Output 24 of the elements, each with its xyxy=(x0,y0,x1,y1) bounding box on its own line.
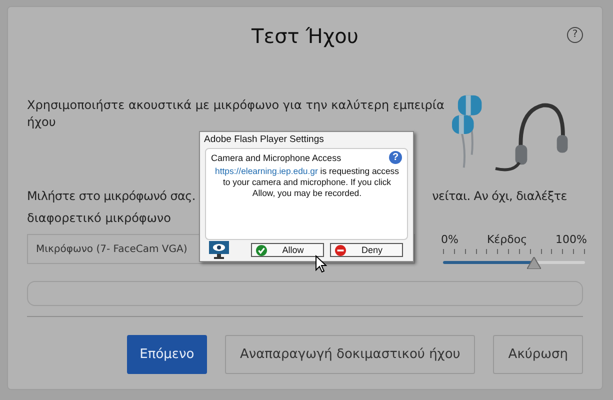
help-button[interactable]: ? xyxy=(567,27,583,43)
slider-thumb[interactable] xyxy=(526,257,541,269)
dialog-button[interactable]: Επόμενο xyxy=(126,335,207,374)
allow-button[interactable]: Allow xyxy=(251,243,324,257)
dialog-button[interactable]: Αναπαραγωγή δοκιμαστικού ήχου xyxy=(224,335,476,374)
hint-text: Μιλήστε στο μικρόφωνό σας. xyxy=(27,188,196,205)
check-icon xyxy=(256,244,267,256)
no-entry-icon xyxy=(335,244,346,256)
help-button[interactable]: ? xyxy=(389,151,402,164)
deny-button[interactable]: Deny xyxy=(330,243,403,257)
hint-text: διαφορετικό μικρόφωνο xyxy=(27,210,171,227)
popup-title: Adobe Flash Player Settings xyxy=(204,134,324,145)
instruction-text: Χρησιμοποιήστε ακουστικά με μικρόφωνο για την καλύτερη εμπειρία ήχου xyxy=(27,97,446,131)
max-label: 100% xyxy=(556,233,587,246)
dialog-title: Τεστ Ήχου xyxy=(252,24,358,48)
popup-heading: Camera and Microphone Access xyxy=(211,153,342,163)
hint-text: νείται. Αν όχι, διαλέξτε xyxy=(432,188,567,205)
dialog-button[interactable]: Ακύρωση xyxy=(493,335,583,374)
popup-message: https://elearning.iep.edu.gr is requesting access to your camera and microphone. If you click Allow, you may be recorded. xyxy=(214,166,400,199)
gain-label: Κέρδος xyxy=(486,233,528,246)
min-label: 0% xyxy=(441,233,458,246)
monitor-eye-icon[interactable] xyxy=(209,241,229,259)
site-link[interactable]: https://elearning.iep.edu.gr xyxy=(215,166,318,176)
gain-slider[interactable] xyxy=(443,255,585,269)
